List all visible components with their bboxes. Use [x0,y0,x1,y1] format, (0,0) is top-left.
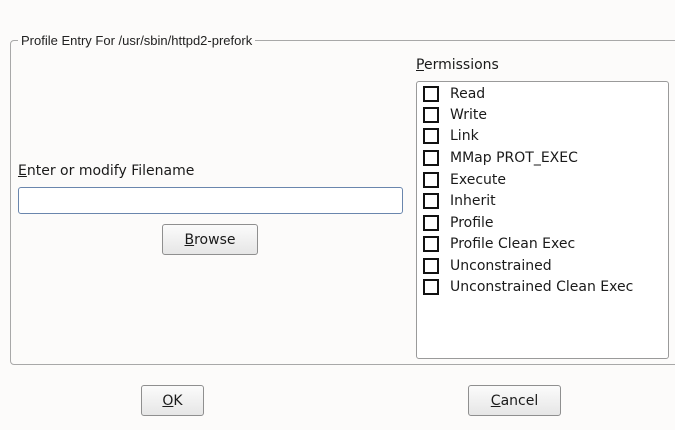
mmap-prot-exec-checkbox[interactable] [423,150,439,166]
permission-label: Unconstrained [450,258,552,274]
permission-label: MMap PROT_EXEC [450,150,578,166]
read-checkbox[interactable] [423,86,439,102]
unconstrained-clean-exec-checkbox[interactable] [423,279,439,295]
filename-label-text: nter or modify Filename [26,163,195,179]
profile-checkbox[interactable] [423,215,439,231]
permission-label: Profile Clean Exec [450,236,576,252]
permission-unconstrained[interactable]: Unconstrained [423,256,552,276]
cancel-button[interactable]: Cancel [468,385,561,416]
permission-read[interactable]: Read [423,84,485,104]
browse-button-text: rowse [194,231,236,248]
permission-write[interactable]: Write [423,105,487,125]
browse-button[interactable]: Browse [162,224,258,255]
browse-button-mnemonic: B [184,231,195,248]
permission-label: Unconstrained Clean Exec [450,279,634,295]
permission-mmap-prot-exec[interactable]: MMap PROT_EXEC [423,148,578,168]
profile-entry-legend: Profile Entry For /usr/sbin/httpd2-prefo… [18,33,256,48]
inherit-checkbox[interactable] [423,193,439,209]
permission-label: Link [450,128,479,144]
permission-execute[interactable]: Execute [423,170,506,190]
permissions-list: Read Write Link MMap PROT_EXEC Execute I… [416,81,669,359]
ok-button-text: K [173,392,183,409]
permission-label: Inherit [450,193,496,209]
profile-clean-exec-checkbox[interactable] [423,236,439,252]
permission-unconstrained-clean-exec[interactable]: Unconstrained Clean Exec [423,277,633,297]
permission-profile-clean-exec[interactable]: Profile Clean Exec [423,234,575,254]
permissions-label-mnemonic: P [416,57,424,73]
permission-profile[interactable]: Profile [423,213,494,233]
permission-label: Read [450,86,486,102]
link-checkbox[interactable] [423,128,439,144]
ok-button[interactable]: OK [141,385,204,416]
filename-label: Enter or modify Filename [18,163,194,179]
cancel-button-mnemonic: C [490,392,501,409]
cancel-button-text: ancel [500,392,539,409]
permission-link[interactable]: Link [423,126,479,146]
write-checkbox[interactable] [423,107,439,123]
permissions-label: Permissions [416,57,499,73]
filename-input[interactable] [18,187,403,214]
permission-label: Profile [450,215,494,231]
permission-inherit[interactable]: Inherit [423,191,496,211]
execute-checkbox[interactable] [423,172,439,188]
permission-label: Execute [450,172,506,188]
filename-label-mnemonic: E [18,163,27,179]
unconstrained-checkbox[interactable] [423,258,439,274]
permissions-label-text: ermissions [423,57,499,73]
ok-button-mnemonic: O [162,392,174,409]
permission-label: Write [450,107,487,123]
